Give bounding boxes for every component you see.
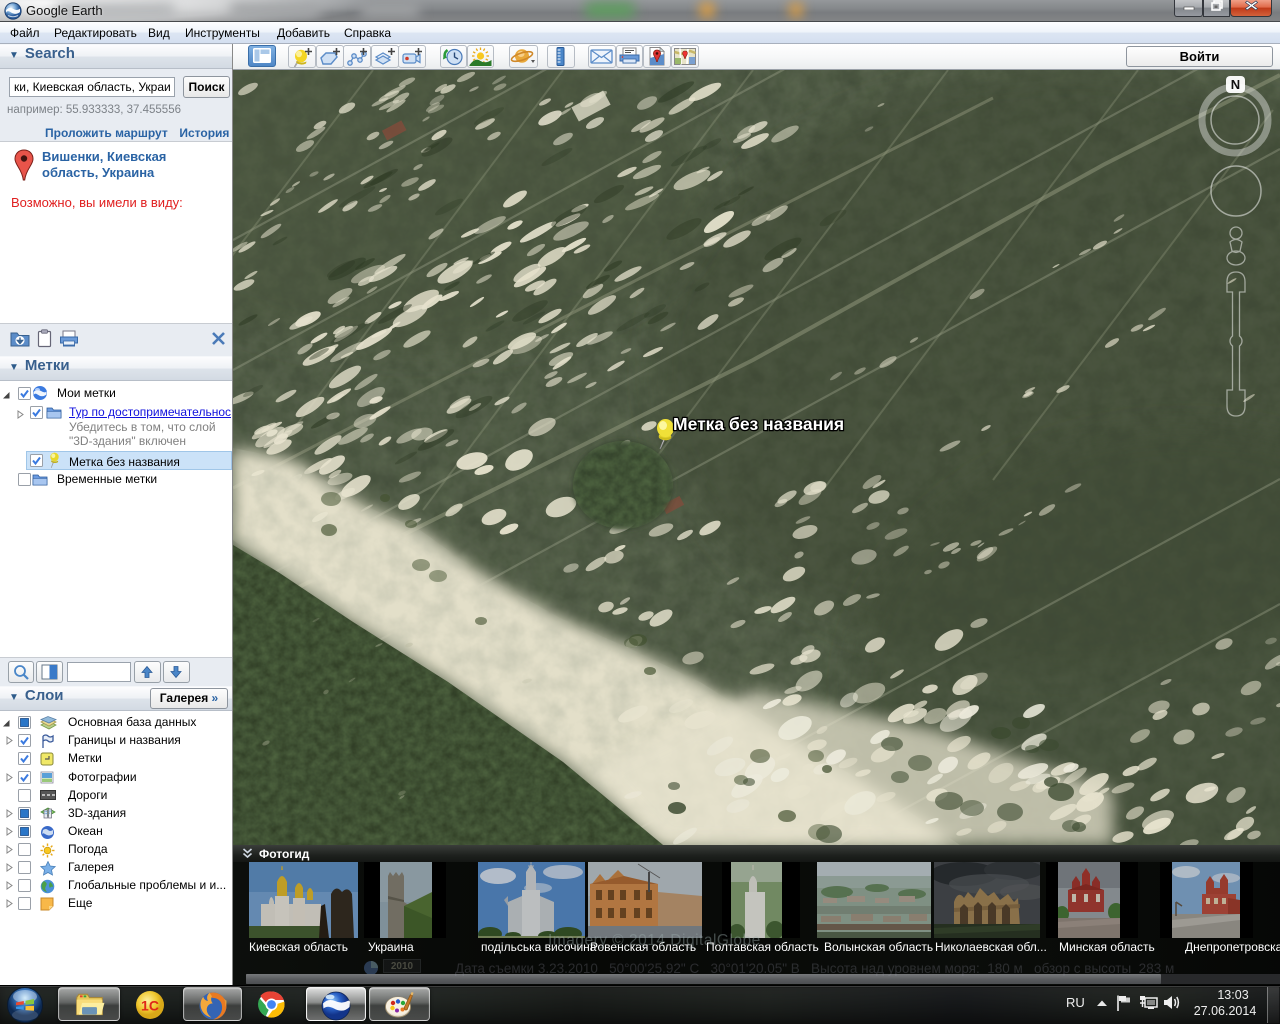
- svg-text:1С: 1С: [141, 998, 159, 1014]
- svg-text:N: N: [1231, 77, 1240, 92]
- svg-text:Метка без названия: Метка без названия: [673, 414, 844, 434]
